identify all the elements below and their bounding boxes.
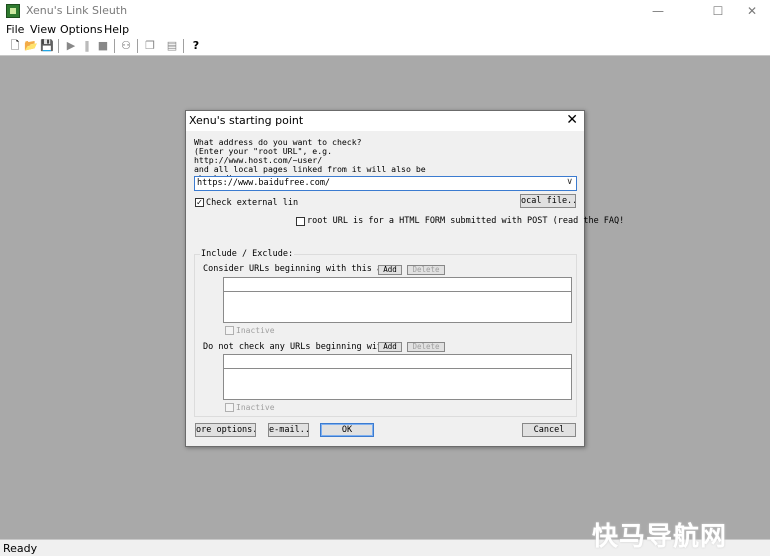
list-item[interactable] bbox=[224, 355, 571, 369]
delete-consider-button[interactable]: Delete bbox=[407, 265, 445, 275]
toolbar-separator bbox=[114, 39, 115, 53]
binoculars-icon[interactable]: ⚇ bbox=[119, 39, 133, 53]
pause-icon[interactable]: ‖ bbox=[80, 39, 94, 53]
play-icon[interactable]: ▶ bbox=[64, 39, 78, 53]
cancel-button[interactable]: Cancel bbox=[522, 423, 576, 437]
form-post-checkbox[interactable] bbox=[296, 217, 305, 226]
close-window-button[interactable]: ✕ bbox=[734, 0, 770, 22]
save-icon[interactable]: 💾 bbox=[40, 39, 54, 53]
add-exclude-button[interactable]: Add bbox=[378, 342, 402, 352]
copy-icon[interactable]: ❐ bbox=[143, 39, 157, 53]
status-text: Ready bbox=[3, 542, 38, 555]
stop-icon[interactable]: ■ bbox=[96, 39, 110, 53]
open-folder-icon[interactable]: 📂 bbox=[24, 39, 38, 53]
dialog-title-bar: Xenu's starting point ✕ bbox=[186, 111, 584, 131]
more-options-button[interactable]: ore options.. bbox=[195, 423, 256, 437]
form-post-label[interactable]: root URL is for a HTML FORM submitted wi… bbox=[307, 216, 624, 226]
watermark-text: 快马导航网 bbox=[592, 522, 728, 552]
chevron-down-icon[interactable]: ∨ bbox=[566, 177, 573, 187]
root-url-value[interactable]: https://www.baidufree.com/ bbox=[197, 178, 330, 188]
new-file-icon[interactable]: 🗋 bbox=[8, 39, 22, 53]
toolbar: 🗋 📂 💾 ▶ ‖ ■ ⚇ ❐ ▤ ? bbox=[0, 37, 770, 56]
email-button[interactable]: e-mail... bbox=[268, 423, 309, 437]
menu-view[interactable]: View bbox=[30, 23, 56, 36]
check-external-label[interactable]: Check external lin bbox=[206, 198, 298, 208]
window-title: Xenu's Link Sleuth bbox=[26, 4, 128, 17]
ok-button[interactable]: OK bbox=[320, 423, 374, 437]
toolbar-separator bbox=[58, 39, 59, 53]
list-item[interactable] bbox=[224, 278, 571, 292]
local-file-button[interactable]: ocal file... bbox=[520, 194, 576, 208]
inactive-checkbox bbox=[225, 403, 234, 412]
dialog-title: Xenu's starting point bbox=[189, 114, 304, 127]
properties-icon[interactable]: ▤ bbox=[165, 39, 179, 53]
inactive-checkbox bbox=[225, 326, 234, 335]
include-exclude-title: Include / Exclude: bbox=[200, 249, 295, 259]
include-exclude-group: Include / Exclude: Consider URLs beginni… bbox=[194, 249, 577, 417]
app-icon bbox=[6, 4, 20, 18]
maximize-button[interactable]: ☐ bbox=[700, 0, 736, 22]
dialog-close-button[interactable]: ✕ bbox=[566, 112, 578, 128]
add-consider-button[interactable]: Add bbox=[378, 265, 402, 275]
inactive-label: Inactive bbox=[236, 326, 275, 335]
menu-bar: File View Options Help bbox=[0, 22, 770, 38]
do-not-check-label: Do not check any URLs beginning with bbox=[203, 342, 388, 352]
help-icon[interactable]: ? bbox=[189, 39, 203, 53]
menu-options[interactable]: Options bbox=[60, 23, 102, 36]
toolbar-separator bbox=[137, 39, 138, 53]
consider-urls-list[interactable] bbox=[223, 277, 572, 323]
window-title-bar: Xenu's Link Sleuth — ☐ ✕ bbox=[0, 0, 770, 22]
consider-urls-label: Consider URLs beginning with this as bbox=[203, 264, 388, 274]
menu-file[interactable]: File bbox=[6, 23, 24, 36]
inactive-label: Inactive bbox=[236, 403, 275, 412]
toolbar-separator bbox=[183, 39, 184, 53]
root-url-combobox[interactable]: https://www.baidufree.com/ ∨ bbox=[194, 176, 577, 191]
minimize-button[interactable]: — bbox=[640, 0, 676, 22]
starting-point-dialog: Xenu's starting point ✕ What address do … bbox=[185, 110, 624, 447]
delete-exclude-button[interactable]: Delete bbox=[407, 342, 445, 352]
check-external-checkbox[interactable]: ✓ bbox=[195, 198, 204, 207]
exclude-urls-list[interactable] bbox=[223, 354, 572, 400]
menu-help[interactable]: Help bbox=[104, 23, 129, 36]
